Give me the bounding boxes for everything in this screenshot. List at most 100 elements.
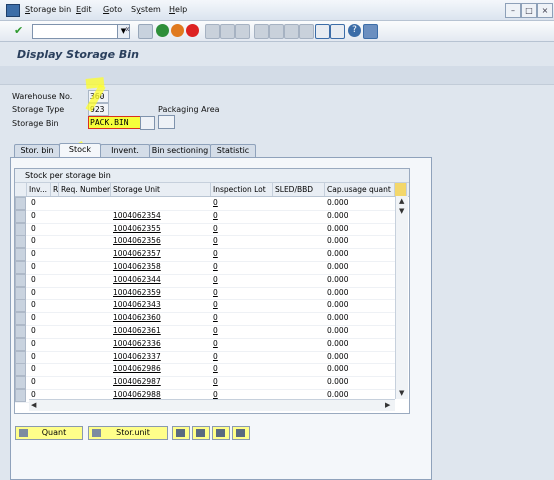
row-selector[interactable] [15, 248, 26, 262]
first-page-icon[interactable] [254, 24, 269, 39]
storage-unit-cell[interactable]: 1004062359 [111, 287, 161, 300]
storage-unit-cell[interactable]: 1004062355 [111, 223, 161, 236]
row-selector[interactable] [15, 209, 26, 223]
tab-stor-bin[interactable]: Stor. bin [14, 144, 60, 157]
select-all-cell[interactable] [15, 183, 27, 196]
storage-unit-cell[interactable]: 1004062337 [111, 351, 161, 364]
horizontal-scrollbar[interactable]: ◀ ▶ [29, 399, 395, 411]
row-selector[interactable] [15, 312, 26, 326]
inspection-lot-cell[interactable]: 0 [211, 299, 218, 312]
vertical-scrollbar[interactable]: ▲ ▼ ▼ [395, 196, 408, 399]
menu-help[interactable]: Help [169, 5, 187, 14]
help-icon[interactable]: ? [348, 24, 361, 37]
tab-statistic[interactable]: Statistic [210, 144, 256, 157]
print-icon[interactable] [205, 24, 220, 39]
storage-unit-cell[interactable] [111, 197, 113, 210]
storage-bin-field[interactable]: PACK.BIN [88, 116, 141, 129]
table-row[interactable]: 0 1004062987 0 0.000 [15, 376, 395, 390]
inspection-lot-cell[interactable]: 0 [211, 363, 218, 376]
storage-unit-cell[interactable]: 1004062343 [111, 299, 161, 312]
storage-unit-cell[interactable]: 1004062986 [111, 363, 161, 376]
row-selector[interactable] [15, 363, 26, 377]
row-selector[interactable] [15, 350, 26, 364]
display-bin-icon[interactable] [158, 115, 175, 129]
tab-invent[interactable]: Invent. [100, 144, 150, 157]
row-selector[interactable] [15, 261, 26, 274]
table-row[interactable]: 0 1004062359 0 0.000 [15, 286, 395, 301]
inspection-lot-cell[interactable]: 0 [211, 235, 218, 248]
storage-unit-cell[interactable]: 1004062358 [111, 261, 161, 274]
col-header-cap-usage[interactable]: Cap.usage quant [325, 183, 395, 196]
inspection-lot-cell[interactable]: 0 [211, 351, 218, 364]
row-selector[interactable] [15, 325, 26, 338]
save-icon[interactable] [138, 24, 153, 39]
stor-unit-button[interactable]: Stor.unit [88, 426, 168, 440]
col-header-inv[interactable]: Inv... [27, 183, 51, 196]
storage-unit-cell[interactable]: 1004062354 [111, 210, 161, 223]
inspection-lot-cell[interactable]: 0 [211, 248, 218, 261]
storage-unit-cell[interactable]: 1004062344 [111, 274, 161, 287]
table-row[interactable]: 0 0 0.000 [15, 197, 395, 211]
back-icon[interactable] [156, 24, 169, 37]
storage-unit-cell[interactable]: 1004062360 [111, 312, 161, 325]
scroll-down-small-icon[interactable]: ▼ [399, 207, 404, 215]
table-row[interactable]: 0 1004062343 0 0.000 [15, 299, 395, 314]
menu-goto[interactable]: Goto [103, 5, 122, 14]
table-row[interactable]: 0 1004062360 0 0.000 [15, 312, 395, 326]
minimize-icon[interactable]: – [505, 3, 521, 18]
inspection-lot-cell[interactable]: 0 [211, 338, 218, 351]
scroll-down-icon[interactable]: ▼ [399, 389, 404, 397]
storage-unit-cell[interactable]: 1004062356 [111, 235, 161, 248]
col-header-inspection-lot[interactable]: Inspection Lot [211, 183, 273, 196]
enter-check-icon[interactable]: ✔ [14, 24, 27, 37]
command-field[interactable]: ▼ [32, 24, 130, 39]
table-row[interactable]: 0 1004062354 0 0.000 [15, 209, 395, 224]
first-page-button[interactable] [172, 426, 190, 440]
table-row[interactable]: 0 1004062358 0 0.000 [15, 261, 395, 275]
row-selector[interactable] [15, 273, 26, 287]
create-shortcut-icon[interactable] [330, 24, 345, 39]
collapse-icon[interactable]: « [124, 24, 137, 37]
inspection-lot-cell[interactable]: 0 [211, 325, 218, 338]
table-row[interactable]: 0 1004062357 0 0.000 [15, 248, 395, 262]
next-page-button[interactable] [212, 426, 230, 440]
inspection-lot-cell[interactable]: 0 [211, 376, 218, 389]
col-header-storage-unit[interactable]: Storage Unit [111, 183, 211, 196]
table-row[interactable]: 0 1004062344 0 0.000 [15, 273, 395, 288]
scroll-left-icon[interactable]: ◀ [31, 401, 36, 409]
last-page-icon[interactable] [299, 24, 314, 39]
close-icon[interactable]: × [537, 3, 553, 18]
row-selector[interactable] [15, 389, 26, 402]
window-icon[interactable] [6, 4, 20, 17]
exit-icon[interactable] [171, 24, 184, 37]
inspection-lot-cell[interactable]: 0 [211, 210, 218, 223]
tab-bin-sectioning[interactable]: Bin sectioning [149, 144, 211, 157]
table-row[interactable]: 0 1004062337 0 0.000 [15, 350, 395, 365]
storage-unit-cell[interactable]: 1004062987 [111, 376, 161, 389]
inspection-lot-cell[interactable]: 0 [211, 274, 218, 287]
maximize-icon[interactable]: □ [521, 3, 537, 18]
row-selector[interactable] [15, 222, 26, 236]
last-page-button[interactable] [232, 426, 250, 440]
row-selector[interactable] [15, 286, 26, 300]
new-session-icon[interactable] [315, 24, 330, 39]
table-row[interactable]: 0 1004062986 0 0.000 [15, 363, 395, 378]
col-header-sled-bbd[interactable]: SLED/BBD [273, 183, 325, 196]
tab-stock[interactable]: Stock [59, 143, 101, 157]
inspection-lot-cell[interactable]: 0 [211, 223, 218, 236]
col-header-req-number[interactable]: Req. Number [59, 183, 111, 196]
inspection-lot-cell[interactable]: 0 [211, 312, 218, 325]
layout-menu-icon[interactable] [363, 24, 378, 39]
quant-button[interactable]: Quant [15, 426, 83, 440]
menu-storage-bin[interactable]: Storage bin [25, 5, 71, 14]
menu-edit[interactable]: Edit [76, 5, 92, 14]
inspection-lot-cell[interactable]: 0 [211, 261, 218, 274]
table-row[interactable]: 0 1004062336 0 0.000 [15, 337, 395, 352]
row-selector[interactable] [15, 299, 26, 313]
column-config-icon[interactable] [395, 183, 407, 196]
scroll-right-icon[interactable]: ▶ [385, 401, 390, 409]
find-icon[interactable] [220, 24, 235, 39]
menu-system[interactable]: System [131, 5, 161, 14]
storage-unit-cell[interactable]: 1004062357 [111, 248, 161, 261]
table-row[interactable]: 0 1004062355 0 0.000 [15, 222, 395, 237]
